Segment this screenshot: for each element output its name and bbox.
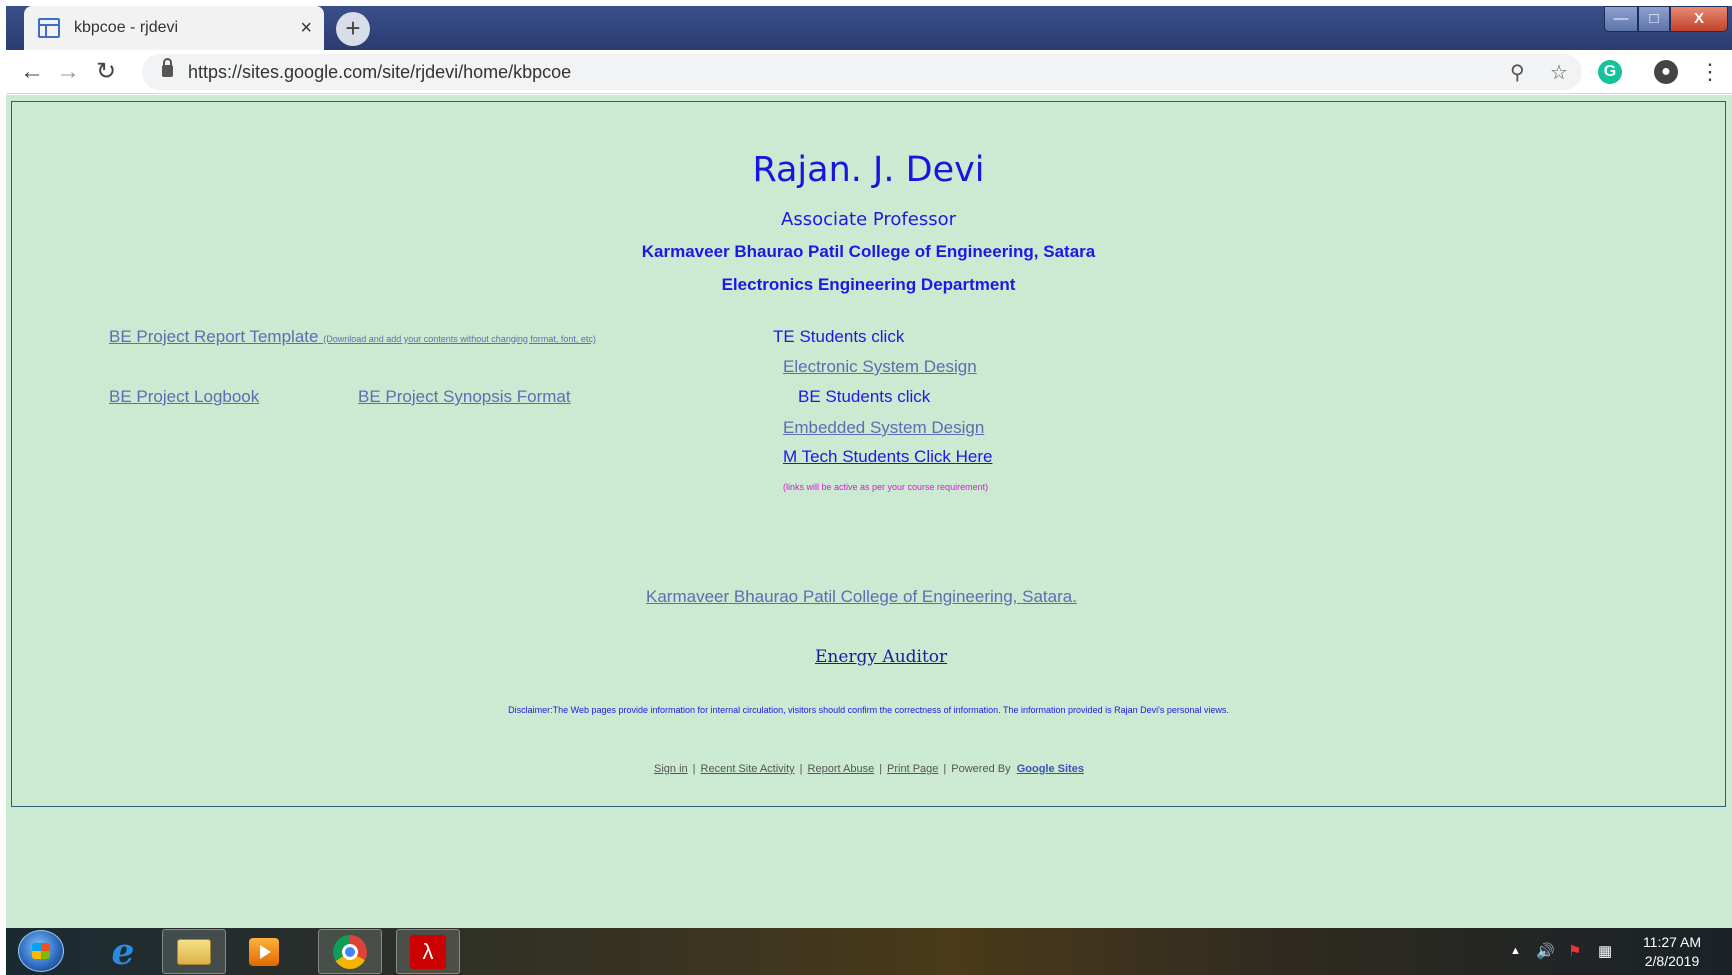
footer-separator: | — [943, 763, 947, 775]
links-active-note: (links will be active as per your course… — [783, 482, 989, 492]
mtech-students-link[interactable]: M Tech Students Click Here — [783, 447, 992, 467]
embedded-system-design-link[interactable]: Embedded System Design — [783, 418, 984, 438]
file-explorer-icon[interactable] — [162, 929, 226, 974]
energy-auditor-link[interactable]: Energy Auditor — [815, 647, 947, 667]
google-sites-link[interactable]: Google Sites — [1017, 763, 1084, 775]
menu-icon[interactable]: ⋮ — [1696, 58, 1724, 86]
new-tab-button[interactable]: + — [336, 12, 370, 46]
report-template-note: (Download and add your contents without … — [323, 334, 596, 344]
forward-icon[interactable]: → — [54, 58, 82, 86]
disclaimer: Disclaimer:The Web pages provide informa… — [508, 705, 1229, 715]
footer-separator: | — [799, 763, 803, 775]
footer-separator: | — [692, 763, 696, 775]
internet-explorer-icon[interactable]: e — [91, 929, 155, 974]
browser-tab[interactable]: kbpcoe - rjdevi × — [24, 6, 324, 50]
minimize-button[interactable]: — — [1604, 6, 1638, 32]
tab-title: kbpcoe - rjdevi — [74, 19, 179, 36]
clock-time: 11:27 AM — [1642, 934, 1702, 950]
tab-close-icon[interactable]: × — [300, 17, 312, 40]
reload-icon[interactable]: ↻ — [92, 58, 120, 86]
address-bar[interactable]: https://sites.google.com/site/rjdevi/hom… — [142, 54, 1582, 90]
start-button[interactable] — [18, 930, 64, 972]
chrome-icon[interactable] — [318, 929, 382, 974]
close-window-button[interactable]: X — [1670, 6, 1728, 32]
sites-favicon-icon — [38, 18, 60, 38]
site-content-box: Rajan. J. Devi Associate Professor Karma… — [11, 101, 1726, 807]
te-students-label: TE Students click — [773, 327, 905, 346]
back-icon[interactable]: ← — [18, 58, 46, 86]
network-icon[interactable]: ▦ — [1598, 942, 1612, 960]
media-player-icon[interactable] — [232, 929, 296, 974]
report-abuse-link[interactable]: Report Abuse — [808, 763, 875, 775]
college-name: Karmaveer Bhaurao Patil College of Engin… — [641, 242, 1096, 261]
be-students-label: BE Students click — [798, 387, 931, 406]
volume-icon[interactable]: 🔊 — [1536, 942, 1555, 960]
recent-site-activity-link[interactable]: Recent Site Activity — [701, 763, 795, 775]
browser-toolbar: ← → ↻ https://sites.google.com/site/rjde… — [6, 50, 1732, 94]
subtitle: Associate Professor — [781, 209, 956, 230]
powered-by-label: Powered By — [951, 763, 1011, 775]
acrobat-icon[interactable]: λ — [396, 929, 460, 974]
sign-in-link[interactable]: Sign in — [654, 763, 688, 775]
profile-icon[interactable]: ● — [1654, 60, 1678, 84]
electronic-system-design-link[interactable]: Electronic System Design — [783, 357, 977, 377]
maximize-button[interactable]: □ — [1638, 6, 1670, 32]
windows-taskbar: e λ ▲ 🔊 ⚑ ▦ 11:27 AM 2/8/2019 — [6, 928, 1732, 975]
department-name: Electronics Engineering Department — [721, 275, 1016, 294]
lock-icon — [162, 58, 173, 77]
site-footer: Sign in | Recent Site Activity | Report Abus… — [6, 763, 1732, 775]
show-hidden-icons-icon[interactable]: ▲ — [1510, 945, 1521, 957]
report-template-label: BE Project Report Template — [109, 327, 319, 346]
print-page-link[interactable]: Print Page — [887, 763, 938, 775]
clock-date: 2/8/2019 — [1644, 953, 1700, 969]
url-text[interactable]: https://sites.google.com/site/rjdevi/hom… — [188, 62, 571, 83]
browser-titlebar: kbpcoe - rjdevi × + — □ X — [6, 6, 1732, 50]
page-viewport: Rajan. J. Devi Associate Professor Karma… — [6, 95, 1732, 928]
system-clock[interactable]: 11:27 AM 2/8/2019 — [1632, 933, 1712, 971]
be-project-report-template-link[interactable]: BE Project Report Template (Download and… — [109, 327, 596, 347]
page-title: Rajan. J. Devi — [752, 150, 985, 190]
be-project-synopsis-link[interactable]: BE Project Synopsis Format — [358, 387, 571, 407]
footer-separator: | — [879, 763, 883, 775]
bookmark-star-icon[interactable]: ☆ — [1550, 60, 1568, 85]
college-link[interactable]: Karmaveer Bhaurao Patil College of Engin… — [646, 587, 1077, 607]
be-project-logbook-link[interactable]: BE Project Logbook — [109, 387, 259, 407]
action-center-flag-icon[interactable]: ⚑ — [1568, 942, 1581, 960]
grammarly-icon[interactable]: G — [1598, 60, 1622, 84]
zoom-icon[interactable]: ⚲ — [1510, 60, 1525, 85]
